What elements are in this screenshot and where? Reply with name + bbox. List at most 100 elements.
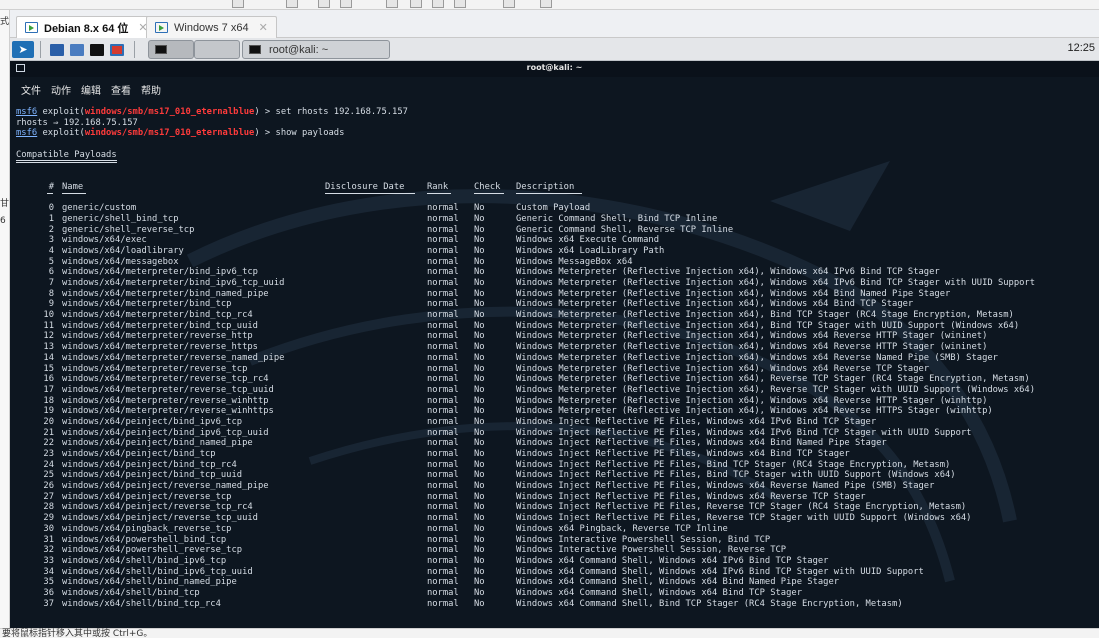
payload-name: windows/x64/shell/bind_tcp_rc4 (62, 598, 221, 609)
taskbar-window-title: root@kali: ~ (269, 43, 329, 56)
payloads-table: # Name Disclosure Date Rank Check Descri… (16, 182, 1096, 610)
toolbar-button[interactable] (454, 0, 466, 8)
toolbar-button[interactable] (318, 0, 330, 8)
payload-check: No (474, 438, 485, 449)
menu-help[interactable]: 帮助 (141, 82, 161, 97)
menu-actions[interactable]: 动作 (51, 82, 71, 97)
payload-rank: normal (427, 534, 459, 545)
payload-description: Windows Inject Reflective PE Files, Wind… (516, 449, 850, 460)
table-row: 33 windows/x64/shell/bind_ipv6_tcp normal N… (16, 556, 1096, 567)
payload-rank: normal (427, 278, 459, 289)
payload-number: 16 (43, 374, 54, 385)
payload-description: Windows Inject Reflective PE Files, Bind… (516, 459, 951, 470)
payload-description: Windows Inject Reflective PE Files, Wind… (516, 481, 935, 492)
payload-rank: normal (427, 203, 459, 214)
panel-separator (134, 41, 135, 58)
payload-name: generic/custom (62, 203, 137, 214)
payload-check: No (474, 267, 485, 278)
payload-rank: normal (427, 213, 459, 224)
taskbar-terminal-window[interactable]: root@kali: ~ (242, 40, 390, 59)
payload-description: Windows x64 LoadLibrary Path (516, 245, 665, 256)
toolbar-button[interactable] (432, 0, 444, 8)
payload-rank: normal (427, 288, 459, 299)
vm-tab-bar: Debian 8.x 64 位 ✕ Windows 7 x64 ✕ (10, 10, 1099, 38)
table-row: 35 windows/x64/shell/bind_named_pipe norma… (16, 577, 1096, 588)
payload-number: 36 (43, 587, 54, 598)
payload-number: 3 (48, 235, 54, 246)
payload-name: windows/x64/peinject/reverse_tcp_uuid (62, 513, 258, 524)
tab-debian-vm[interactable]: Debian 8.x 64 位 ✕ (16, 16, 157, 38)
table-row: 18 windows/x64/meterpreter/reverse_winhtt… (16, 396, 1096, 407)
table-row: 24 windows/x64/peinject/bind_tcp_rc4 norma… (16, 460, 1096, 471)
terminal-output[interactable]: msf6 exploit(windows/smb/ms17_010_eterna… (16, 107, 1096, 609)
payload-rank: normal (427, 224, 459, 235)
kali-menu-icon[interactable]: ➤ (12, 41, 34, 58)
host-status-bar: 要将鼠标指针移入其中或按 Ctrl+G。 (0, 628, 1099, 639)
command-output: rhosts ⇒ 192.168.75.157 (16, 117, 138, 128)
file-manager-icon[interactable] (70, 41, 84, 58)
payload-name: windows/x64/shell/bind_named_pipe (62, 577, 237, 588)
toolbar-button[interactable] (540, 0, 552, 8)
payload-description: Windows MessageBox x64 (516, 256, 633, 267)
payload-description: Windows Interactive Powershell Session, … (516, 545, 787, 556)
table-row: 21 windows/x64/peinject/bind_ipv6_tcp_uui… (16, 428, 1096, 439)
payload-number: 2 (48, 224, 54, 235)
header-num: # (48, 181, 54, 192)
payload-name: windows/x64/meterpreter/bind_tcp_rc4 (62, 310, 253, 321)
header-check: Check (474, 181, 501, 192)
table-header: # Name Disclosure Date Rank Check Descri… (16, 182, 1096, 203)
payload-name: windows/x64/pingback_reverse_tcp (62, 523, 232, 534)
table-row: 4 windows/x64/loadlibrary normal No Windows … (16, 246, 1096, 257)
toolbar-button[interactable] (340, 0, 352, 8)
payload-rank: normal (427, 299, 459, 310)
terminal-window[interactable]: root@kali: ~ 文件 动作 编辑 查看 帮助 msf6 exploit… (10, 61, 1099, 628)
payload-check: No (474, 213, 485, 224)
menu-edit[interactable]: 编辑 (81, 82, 101, 97)
payload-description: Windows Meterpreter (Reflective Injectio… (516, 278, 1036, 289)
payload-check: No (474, 523, 485, 534)
edge-text: 式 (0, 17, 10, 27)
payload-description: Generic Command Shell, Reverse TCP Inlin… (516, 224, 734, 235)
payload-description: Windows Meterpreter (Reflective Injectio… (516, 384, 1036, 395)
show-desktop-icon[interactable] (50, 41, 64, 58)
header-name: Name (62, 181, 84, 192)
payload-name: windows/x64/messagebox (62, 256, 179, 267)
toolbar-button[interactable] (410, 0, 422, 8)
payload-number: 32 (43, 545, 54, 556)
section-title: Compatible Payloads (16, 150, 117, 164)
payload-rank: normal (427, 449, 459, 460)
workspace-2[interactable] (194, 40, 240, 59)
payload-name: windows/x64/meterpreter/reverse_https (62, 342, 258, 353)
payload-rank: normal (427, 245, 459, 256)
payload-check: No (474, 481, 485, 492)
payload-description: Windows x64 Command Shell, Windows x64 I… (516, 555, 829, 566)
browser-icon[interactable] (110, 41, 124, 58)
close-icon[interactable]: ✕ (259, 21, 268, 34)
payload-check: No (474, 245, 485, 256)
workspace-1[interactable] (148, 40, 194, 59)
table-row: 32 windows/x64/powershell_reverse_tcp norm… (16, 545, 1096, 556)
toolbar-button[interactable] (386, 0, 398, 8)
payload-name: windows/x64/meterpreter/reverse_tcp_uuid (62, 384, 274, 395)
payload-rank: normal (427, 374, 459, 385)
terminal-title: root@kali: ~ (526, 63, 583, 72)
payload-name: windows/x64/peinject/bind_ipv6_tcp (62, 416, 243, 427)
toolbar-button[interactable] (503, 0, 515, 8)
payload-check: No (474, 352, 485, 363)
payload-number: 19 (43, 406, 54, 417)
payload-check: No (474, 203, 485, 214)
panel-clock[interactable]: 12:25 (1067, 42, 1095, 54)
toolbar-button[interactable] (286, 0, 298, 8)
menu-view[interactable]: 查看 (111, 82, 131, 97)
payload-check: No (474, 278, 485, 289)
table-row: 17 windows/x64/meterpreter/reverse_tcp_uu… (16, 385, 1096, 396)
menu-file[interactable]: 文件 (21, 82, 41, 97)
terminal-launcher-icon[interactable] (90, 41, 104, 58)
toolbar-button[interactable] (232, 0, 244, 8)
tab-windows7-vm[interactable]: Windows 7 x64 ✕ (146, 16, 277, 38)
payload-number: 5 (48, 256, 54, 267)
payload-check: No (474, 406, 485, 417)
terminal-titlebar[interactable]: root@kali: ~ (10, 61, 1099, 77)
table-row: 30 windows/x64/pingback_reverse_tcp normal… (16, 524, 1096, 535)
